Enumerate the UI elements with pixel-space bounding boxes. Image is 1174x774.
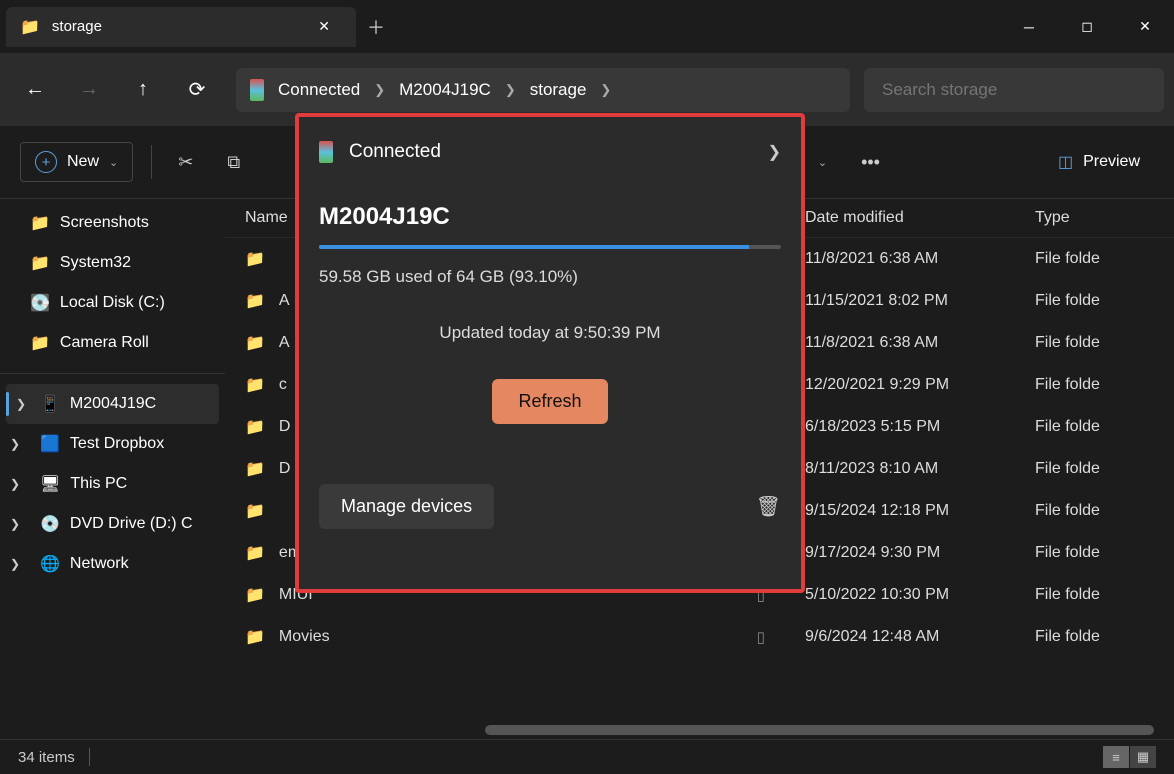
folder-icon: 📁 xyxy=(245,249,265,269)
more-button[interactable]: ••• xyxy=(853,144,888,181)
folder-icon: 📁 xyxy=(30,333,50,353)
sidebar-item[interactable]: ❯💿DVD Drive (D:) C xyxy=(0,504,225,544)
folder-icon: 📁 xyxy=(245,417,265,437)
view-grid-button[interactable]: ▦ xyxy=(1130,746,1156,768)
folder-icon: 📁 xyxy=(30,213,50,233)
close-tab-icon[interactable]: ✕ xyxy=(310,14,338,39)
chevron-right-icon[interactable]: ❯ xyxy=(10,557,20,571)
nav-back-button[interactable]: ← xyxy=(10,65,60,115)
nav-forward-button[interactable]: → xyxy=(64,65,114,115)
folder-icon: 📁 xyxy=(245,333,265,353)
sidebar-item[interactable]: 📁Screenshots xyxy=(0,203,225,243)
chevron-right-icon[interactable]: ❯ xyxy=(10,517,20,531)
chevron-right-icon[interactable]: ❯ xyxy=(16,397,26,411)
folder-icon: 📁 xyxy=(245,543,265,563)
phone-icon xyxy=(319,141,333,163)
sidebar-item[interactable]: ❯🌐Network xyxy=(0,544,225,584)
chevron-right-icon: ❯ xyxy=(505,82,516,98)
minimize-button[interactable]: ─ xyxy=(1000,7,1058,47)
folder-icon: 📁 xyxy=(30,253,50,273)
table-row[interactable]: 📁Movies▯9/6/2024 12:48 AMFile folde xyxy=(225,616,1174,658)
device-name: M2004J19C xyxy=(319,203,781,231)
chevron-down-icon: ⌄ xyxy=(109,156,118,169)
new-tab-button[interactable]: ＋ xyxy=(356,14,396,40)
column-type[interactable]: Type xyxy=(1035,209,1070,227)
plus-circle-icon: + xyxy=(35,151,57,173)
sidebar-item[interactable]: ❯📱M2004J19C xyxy=(6,384,219,424)
breadcrumb-item[interactable]: M2004J19C xyxy=(399,80,491,100)
pc-icon: 🖥 xyxy=(40,474,60,494)
dropbox-icon: 🟦 xyxy=(40,434,60,454)
refresh-button[interactable]: Refresh xyxy=(492,379,607,424)
updated-text: Updated today at 9:50:39 PM xyxy=(319,323,781,343)
sidebar-item[interactable]: 📁Camera Roll xyxy=(0,323,225,363)
folder-icon: 📁 xyxy=(20,17,40,37)
sidebar-item[interactable]: ❯🟦Test Dropbox xyxy=(0,424,225,464)
chevron-right-icon[interactable]: ❯ xyxy=(10,437,20,451)
preview-icon: ◫ xyxy=(1058,152,1073,172)
chevron-right-icon: ❯ xyxy=(374,82,385,98)
chevron-right-icon: ❯ xyxy=(600,82,611,98)
folder-icon: 📁 xyxy=(245,459,265,479)
chevron-down-icon[interactable]: ⌄ xyxy=(810,148,835,177)
storage-bar xyxy=(319,245,781,249)
view-details-button[interactable]: ≡ xyxy=(1103,746,1129,768)
phone-icon: 📱 xyxy=(40,394,60,414)
close-window-button[interactable]: ✕ xyxy=(1116,7,1174,47)
storage-usage-text: 59.58 GB used of 64 GB (93.10%) xyxy=(319,267,781,287)
chevron-right-icon[interactable]: ❯ xyxy=(768,142,781,162)
breadcrumb-item[interactable]: Connected xyxy=(278,80,360,100)
cut-icon[interactable]: ✂ xyxy=(170,144,201,181)
sidebar-item[interactable]: 📁System32 xyxy=(0,243,225,283)
trash-icon[interactable]: 🗑 xyxy=(756,494,781,519)
phone-icon xyxy=(250,79,264,101)
horizontal-scrollbar[interactable] xyxy=(485,725,1154,735)
nav-up-button[interactable]: ↑ xyxy=(118,65,168,115)
tab-storage[interactable]: 📁 storage ✕ xyxy=(6,7,356,47)
manage-devices-button[interactable]: Manage devices xyxy=(319,484,494,529)
maximize-button[interactable]: ◻ xyxy=(1058,7,1116,47)
chevron-right-icon[interactable]: ❯ xyxy=(10,477,20,491)
folder-icon: 📁 xyxy=(245,627,265,647)
sidebar-item[interactable]: 💽Local Disk (C:) xyxy=(0,283,225,323)
popup-title: Connected xyxy=(349,141,441,163)
disk-icon: 💽 xyxy=(30,293,50,313)
phone-icon: ▯ xyxy=(757,628,765,646)
folder-icon: 📁 xyxy=(245,291,265,311)
folder-icon: 📁 xyxy=(245,375,265,395)
nav-refresh-button[interactable]: ⟳ xyxy=(172,65,222,115)
dvd-icon: 💿 xyxy=(40,514,60,534)
net-icon: 🌐 xyxy=(40,554,60,574)
new-button[interactable]: + New ⌄ xyxy=(20,142,133,182)
sidebar-item[interactable]: ❯🖥This PC xyxy=(0,464,225,504)
folder-icon: 📁 xyxy=(245,501,265,521)
breadcrumb[interactable]: Connected ❯ M2004J19C ❯ storage ❯ xyxy=(236,68,850,112)
breadcrumb-item[interactable]: storage xyxy=(530,80,587,100)
preview-button[interactable]: ◫ Preview xyxy=(1044,144,1154,180)
copy-icon[interactable]: ⧉ xyxy=(219,144,248,181)
tab-label: storage xyxy=(52,18,298,35)
status-bar: 34 items ≡ ▦ xyxy=(0,739,1174,774)
column-date[interactable]: Date modified xyxy=(805,209,1035,227)
item-count: 34 items xyxy=(18,749,75,766)
device-popup: Connected ❯ M2004J19C 59.58 GB used of 6… xyxy=(295,113,805,593)
search-input[interactable] xyxy=(864,68,1164,112)
folder-icon: 📁 xyxy=(245,585,265,605)
